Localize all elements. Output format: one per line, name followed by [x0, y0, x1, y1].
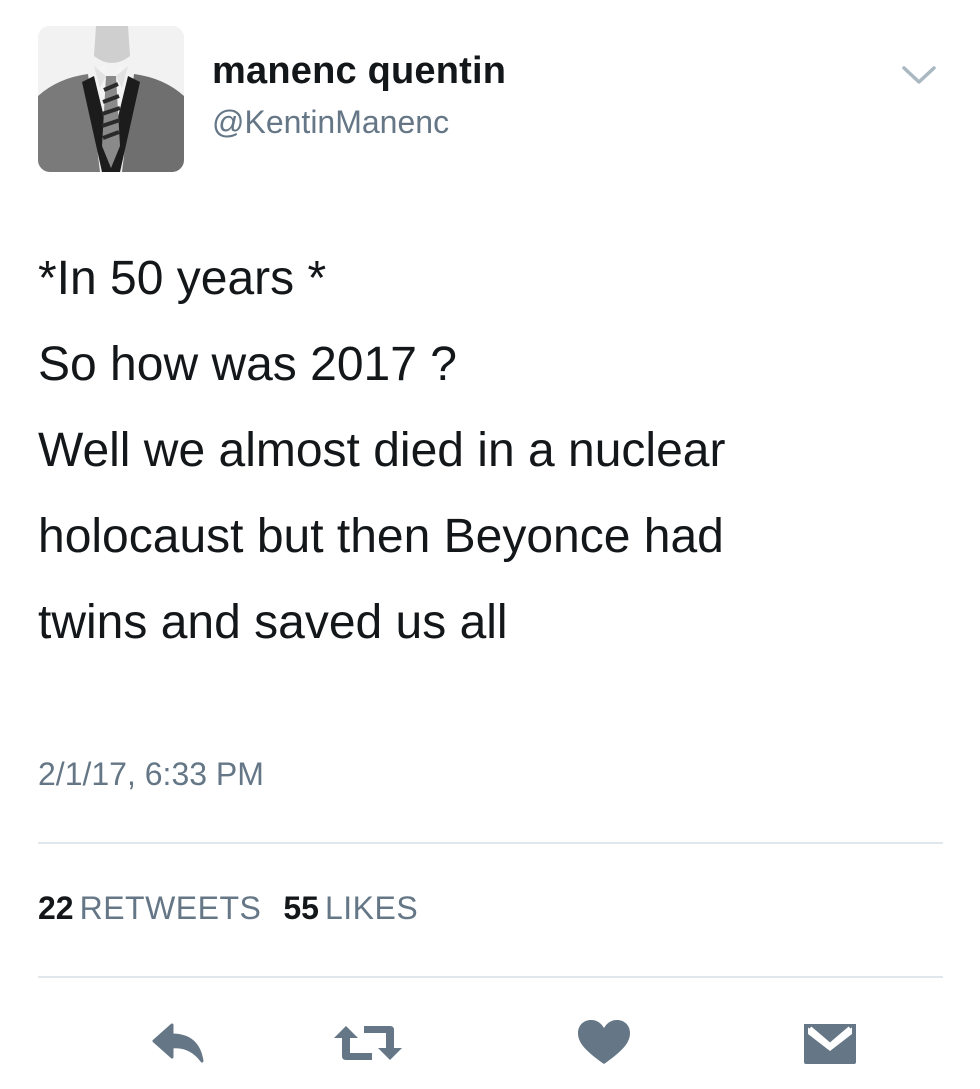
divider — [38, 842, 943, 844]
retweets-label[interactable]: RETWEETS — [80, 890, 262, 926]
divider — [38, 976, 943, 978]
tweet-text-line: holocaust but then Beyonce had — [38, 510, 724, 563]
tweet-text: *In 50 years * So how was 2017 ? Well we… — [38, 236, 938, 666]
retweets-count[interactable]: 22 — [38, 890, 74, 926]
tweet-text-line: *In 50 years * — [38, 252, 327, 305]
tweet-text-line: So how was 2017 ? — [38, 338, 457, 391]
reply-button[interactable] — [148, 1018, 208, 1068]
tweet-text-line: twins and saved us all — [38, 596, 508, 649]
tweet-card: manenc quentin @KentinManenc *In 50 year… — [0, 0, 980, 1089]
tweet-text-line: Well we almost died in a nuclear — [38, 424, 726, 477]
like-button[interactable] — [574, 1018, 634, 1068]
reply-icon — [152, 1023, 204, 1063]
avatar-image — [38, 26, 184, 172]
retweet-button[interactable] — [330, 1018, 406, 1068]
author-handle[interactable]: @KentinManenc — [212, 104, 449, 141]
retweet-icon — [334, 1026, 402, 1060]
author-name[interactable]: manenc quentin — [212, 50, 506, 93]
tweet-timestamp[interactable]: 2/1/17, 6:33 PM — [38, 756, 264, 793]
likes-count[interactable]: 55 — [283, 890, 319, 926]
avatar[interactable] — [38, 26, 184, 172]
envelope-icon — [804, 1024, 856, 1064]
heart-icon — [578, 1020, 630, 1064]
likes-label[interactable]: LIKES — [325, 890, 418, 926]
chevron-down-icon[interactable] — [896, 60, 942, 90]
direct-message-button[interactable] — [798, 1018, 862, 1068]
tweet-stats: 22 RETWEETS 55 LIKES — [38, 890, 440, 927]
